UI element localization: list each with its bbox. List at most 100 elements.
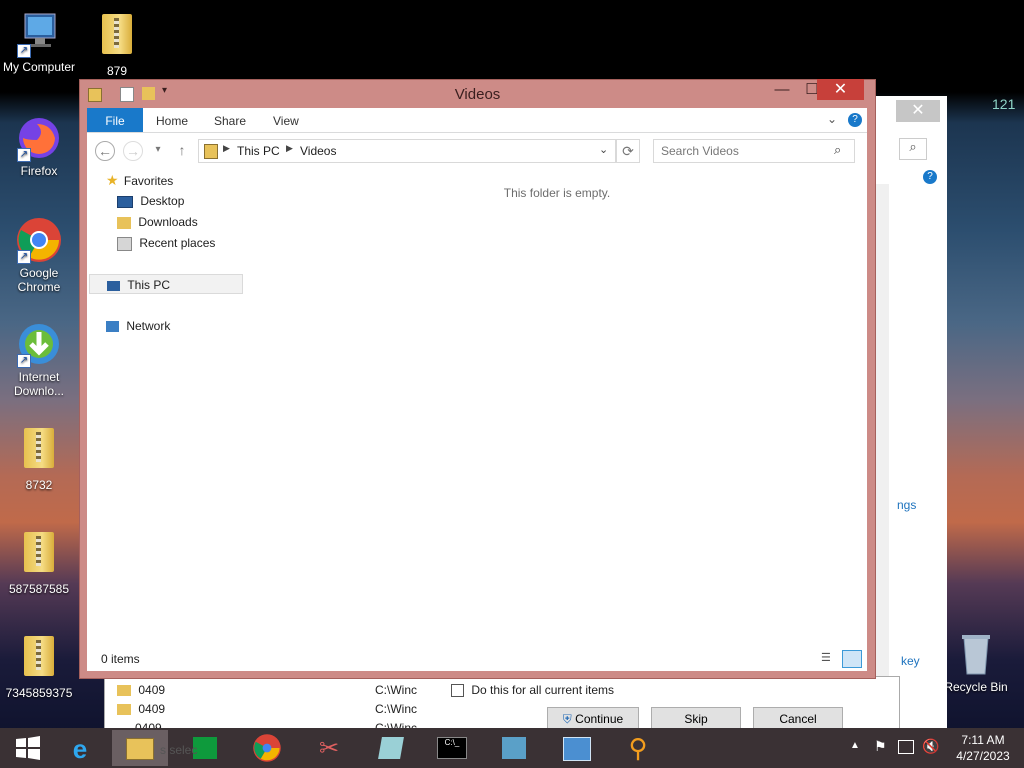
title-bar[interactable]: ▾ Videos — ☐	[80, 80, 875, 108]
show-hidden-icons-button[interactable]: ▲	[850, 740, 860, 751]
folder-icon	[117, 685, 131, 697]
taskbar-control-panel[interactable]	[549, 730, 605, 766]
nav-label: Desktop	[140, 194, 185, 208]
help-icon[interactable]: ?	[848, 113, 862, 127]
file-path: C:\Winc	[375, 702, 417, 716]
star-icon: ★	[106, 172, 119, 188]
taskbar-notepad[interactable]	[363, 730, 419, 766]
desktop-icon	[117, 195, 133, 208]
desktop-icon-recycle-bin[interactable]: Recycle Bin	[938, 630, 1014, 694]
list-item[interactable]: 0409	[117, 683, 165, 697]
window-title: Videos	[454, 86, 501, 103]
nav-label: Downloads	[138, 215, 198, 229]
videos-folder-icon	[204, 144, 218, 159]
desktop-icon-chrome[interactable]: ↗ Google Chrome	[1, 216, 77, 294]
zip-folder-icon	[15, 636, 63, 684]
ribbon: File Home Share View ⌄ ?	[87, 108, 867, 133]
copy-dialog: 0409 C:\Winc 0409 C:\Winc 0409 C:\Winc D…	[104, 676, 900, 731]
nav-item-desktop[interactable]: Desktop	[117, 191, 184, 211]
explorer-window: ▾ Videos — ☐ File Home Share View ⌄ ? ← …	[79, 79, 876, 679]
background-link[interactable]: ngs	[897, 498, 916, 512]
recent-locations-chevron-icon[interactable]: ▾	[147, 139, 169, 161]
taskbar-chrome[interactable]	[239, 730, 295, 766]
file-name: 0409	[138, 683, 166, 697]
mouse-cursor-icon	[826, 284, 844, 302]
breadcrumb-separator-icon: ▶	[223, 143, 230, 153]
nav-label: Recent places	[139, 236, 216, 250]
desktop-icon-label: Firefox	[20, 164, 58, 178]
chrome-icon: ↗	[15, 216, 63, 264]
notepad-icon	[378, 737, 404, 759]
taskbar-snipping-tool[interactable]: ✂	[301, 730, 357, 766]
file-explorer-icon	[126, 738, 154, 760]
desktop-icon-7345859375[interactable]: 7345859375	[1, 632, 77, 700]
refresh-button[interactable]: ⟳	[616, 139, 640, 163]
desktop-icon-label: My Computer	[2, 60, 76, 74]
flag-icon[interactable]: ⚑	[874, 738, 887, 755]
desktop-icon-internet-download-manager[interactable]: ↗ Internet Downlo...	[1, 320, 77, 398]
desktop-icon-label: Google Chrome	[17, 266, 61, 294]
taskbar-internet-explorer[interactable]: e	[52, 730, 108, 766]
checkbox[interactable]	[451, 684, 464, 698]
tab-home[interactable]: Home	[156, 108, 188, 132]
address-bar[interactable]: ▶ This PC ▶ Videos ⌄	[198, 139, 616, 163]
minimize-button[interactable]: —	[770, 80, 794, 102]
network-tray-icon[interactable]	[898, 740, 914, 754]
zip-folder-icon	[15, 532, 63, 580]
control-panel-icon	[563, 737, 591, 761]
desktop-icon-label: 7345859375	[5, 686, 73, 700]
address-dropdown-icon[interactable]: ⌄	[599, 143, 608, 156]
start-button[interactable]	[0, 730, 56, 766]
breadcrumb-this-pc[interactable]: This PC	[237, 144, 280, 158]
forward-button[interactable]: →	[123, 141, 143, 161]
nav-item-favorites[interactable]: ★ Favorites	[106, 170, 173, 190]
status-bar: 0 items ☰	[87, 648, 867, 670]
desktop-icon-my-computer[interactable]: ↗ My Computer	[1, 10, 77, 74]
search-input[interactable]: Search Videos ⌕	[653, 139, 855, 163]
taskbar-command-prompt[interactable]: C:\_	[424, 730, 480, 766]
desktop-icon-879[interactable]: 879	[79, 10, 155, 78]
details-view-icon[interactable]: ☰	[821, 651, 837, 665]
nav-item-network[interactable]: Network	[106, 316, 170, 336]
up-button[interactable]: ↑	[171, 139, 193, 161]
background-window[interactable]: ⌕ ? ngs key	[868, 96, 947, 728]
magnifier-icon: ⚲	[628, 733, 648, 763]
shortcut-arrow-icon: ↗	[17, 44, 31, 58]
folder-icon	[117, 704, 131, 716]
desktop-icon-587587585[interactable]: 587587585	[1, 528, 77, 596]
tab-share[interactable]: Share	[214, 108, 246, 132]
taskbar-search-app[interactable]: ⚲	[610, 730, 666, 766]
taskbar-clock[interactable]: 7:11 AM 4/27/2023	[948, 732, 1018, 764]
large-icons-view-icon[interactable]	[842, 650, 862, 668]
search-icon[interactable]: ⌕	[834, 142, 841, 158]
taskbar-registry-editor[interactable]	[486, 730, 542, 766]
volume-muted-icon[interactable]: 🔇	[922, 738, 939, 755]
background-close-button[interactable]: ✕	[896, 100, 940, 122]
background-scrollbar[interactable]	[875, 184, 889, 724]
windows-logo-icon	[16, 736, 40, 760]
nav-label: Network	[126, 319, 171, 333]
list-item[interactable]: 0409	[117, 702, 165, 716]
scissors-icon: ✂	[318, 735, 340, 762]
desktop-corner-text: 121	[992, 96, 1016, 112]
desktop-icon-firefox[interactable]: ↗ Firefox	[1, 114, 77, 178]
tab-file[interactable]: File	[87, 108, 143, 132]
empty-folder-message: This folder is empty.	[503, 186, 611, 200]
desktop-icon-label: Internet Downlo...	[13, 370, 65, 398]
desktop-icon-label: 8732	[25, 478, 53, 492]
back-button[interactable]: ←	[95, 141, 115, 161]
breadcrumb-videos[interactable]: Videos	[300, 144, 336, 158]
nav-label: This PC	[127, 278, 171, 292]
nav-item-this-pc[interactable]: This PC	[89, 274, 243, 294]
tab-view[interactable]: View	[273, 108, 299, 132]
expand-ribbon-icon[interactable]: ⌄	[827, 112, 837, 126]
nav-item-downloads[interactable]: Downloads	[117, 212, 198, 232]
all-items-checkbox-row[interactable]: Do this for all current items	[451, 683, 614, 698]
help-icon: ?	[923, 170, 937, 184]
nav-item-recent-places[interactable]: Recent places	[117, 233, 215, 253]
registry-icon	[502, 737, 526, 759]
close-button[interactable]: ✕	[817, 79, 864, 100]
address-row: ← → ▾ ↑ ▶ This PC ▶ Videos ⌄ ⟳ Search Vi…	[87, 133, 867, 167]
desktop-icon-8732[interactable]: 8732	[1, 424, 77, 492]
terminal-icon: C:\_	[437, 737, 467, 759]
